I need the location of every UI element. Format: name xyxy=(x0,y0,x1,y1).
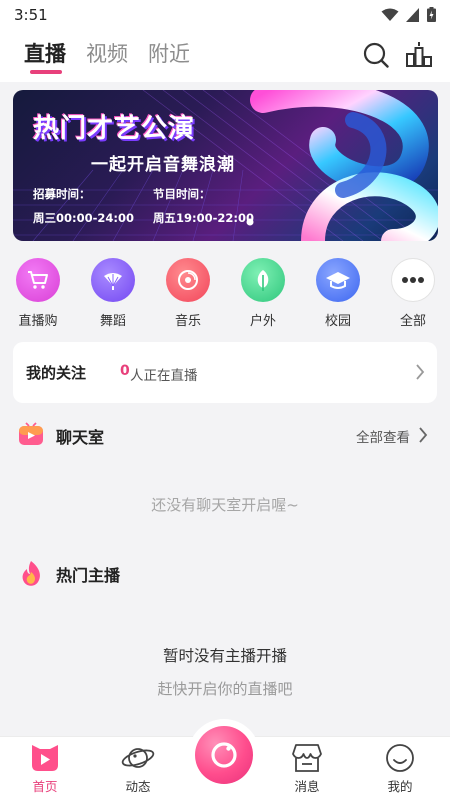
nav-moments-label: 动态 xyxy=(125,779,151,794)
home-icon xyxy=(32,745,58,771)
my-follow-card[interactable]: 我的关注 0 人正在直播 xyxy=(13,342,437,403)
category-label: 户外 xyxy=(249,314,276,329)
chatroom-header: 聊天室 全部查看 xyxy=(18,420,432,450)
recruit-time: 周三00:00-24:00 xyxy=(33,211,134,225)
category-label: 全部 xyxy=(399,314,426,329)
status-time: 3:51 xyxy=(14,6,48,24)
chevron-right-icon[interactable] xyxy=(418,426,428,444)
leaf-icon xyxy=(241,258,285,302)
tv-icon xyxy=(19,422,43,445)
hot-anchor-title: 热门主播 xyxy=(56,566,121,585)
record-icon xyxy=(166,258,210,302)
category-dance[interactable]: 舞蹈 xyxy=(82,252,144,329)
category-label: 舞蹈 xyxy=(99,314,126,329)
battery-icon xyxy=(427,7,436,22)
hot-anchor-empty-subtitle: 赶快开启你的直播吧 xyxy=(157,680,293,698)
nav-home-label: 首页 xyxy=(32,779,58,794)
category-campus[interactable]: 校园 xyxy=(307,252,369,329)
category-live-shopping[interactable]: 直播购 xyxy=(7,252,69,329)
banner-title: 热门才艺公演 xyxy=(33,114,196,144)
follow-live-count: 0 xyxy=(120,363,130,379)
hot-anchor-empty-title: 暂时没有主播开播 xyxy=(162,647,287,665)
fan-icon xyxy=(91,258,135,302)
category-row: 直播购 舞蹈 音乐 户外 校园 全部 xyxy=(0,252,450,334)
wifi-icon xyxy=(381,8,399,21)
graduation-cap-icon xyxy=(316,258,360,302)
planet-icon xyxy=(121,748,155,768)
show-time: 周五19:00-22:00 xyxy=(153,211,254,225)
follow-title: 我的关注 xyxy=(26,364,87,382)
tab-nearby[interactable]: 附近 xyxy=(148,38,190,68)
shop-icon xyxy=(292,744,322,772)
banner-page-dot xyxy=(246,218,254,226)
chevron-right-icon xyxy=(416,364,425,380)
flame-icon xyxy=(22,561,40,586)
go-live-button-wrap xyxy=(188,719,260,791)
smile-icon xyxy=(386,744,414,772)
banner-subtitle: 一起开启音舞浪潮 xyxy=(91,155,235,175)
tab-video[interactable]: 视频 xyxy=(86,38,128,68)
category-label: 校园 xyxy=(324,314,351,329)
active-tab-indicator xyxy=(30,70,62,74)
chatroom-view-all[interactable]: 全部查看 xyxy=(356,426,410,446)
hot-anchor-header: 热门主播 xyxy=(18,558,432,588)
top-nav: 直播 视频 附近 xyxy=(0,30,450,82)
category-outdoor[interactable]: 户外 xyxy=(232,252,294,329)
category-music[interactable]: 音乐 xyxy=(157,252,219,329)
camera-lens-icon xyxy=(211,742,237,768)
chatroom-empty-text: 还没有聊天室开启喔~ xyxy=(151,496,299,514)
status-icons xyxy=(381,7,436,22)
more-icon xyxy=(391,258,435,302)
follow-live-text: 人正在直播 xyxy=(130,368,198,384)
nav-me-label: 我的 xyxy=(387,779,413,794)
status-bar: 3:51 xyxy=(0,0,450,30)
chatroom-title: 聊天室 xyxy=(56,428,105,447)
recruit-label: 招募时间： xyxy=(33,187,91,201)
go-live-button[interactable] xyxy=(195,726,253,784)
signal-icon xyxy=(406,7,419,22)
search-icon[interactable] xyxy=(361,40,391,70)
show-label: 节目时间： xyxy=(153,187,211,201)
shopping-cart-icon xyxy=(16,258,60,302)
category-label: 直播购 xyxy=(18,314,58,329)
tab-live[interactable]: 直播 xyxy=(24,38,66,68)
ranking-icon[interactable] xyxy=(404,40,434,70)
promo-banner[interactable]: 热门才艺公演 一起开启音舞浪潮 招募时间： 周三00:00-24:00 节目时间… xyxy=(13,90,438,241)
category-label: 音乐 xyxy=(174,314,201,329)
category-all[interactable]: 全部 xyxy=(382,252,444,329)
nav-messages-label: 消息 xyxy=(294,779,320,794)
